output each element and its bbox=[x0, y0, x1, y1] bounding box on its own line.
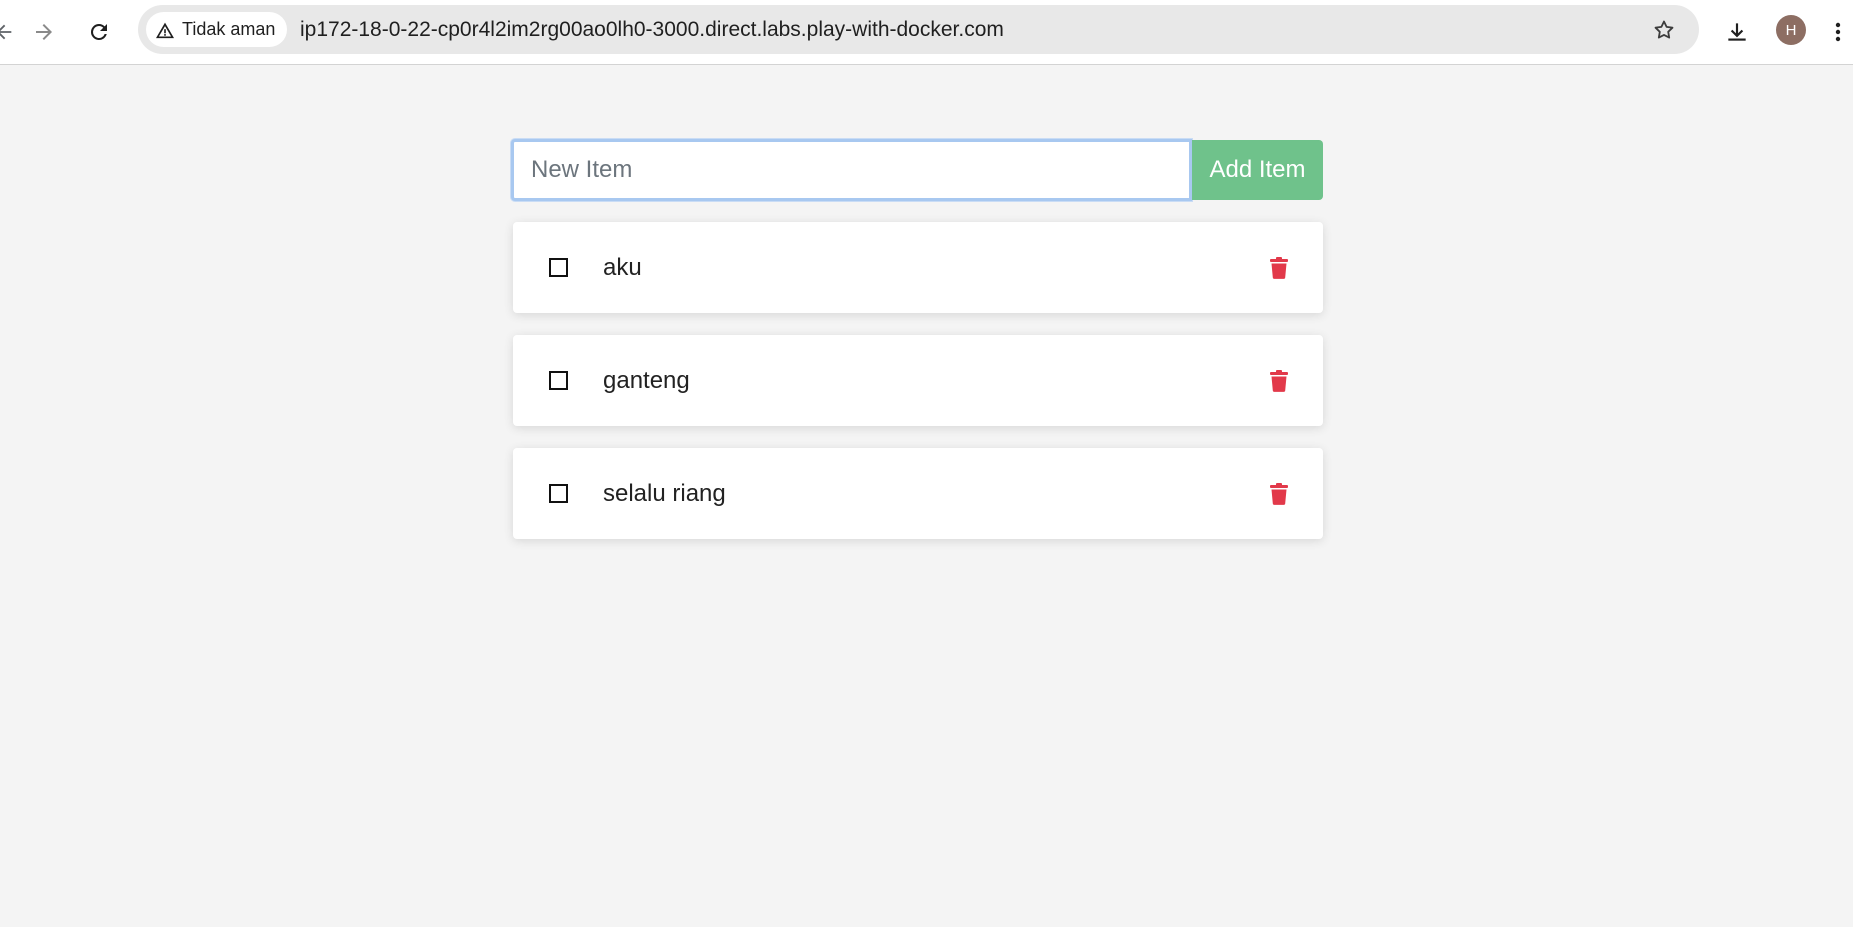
item-checkbox[interactable] bbox=[549, 371, 568, 390]
browser-toolbar: Tidak aman ip172-18-0-22-cp0r4l2im2rg00a… bbox=[0, 0, 1853, 65]
item-list: aku ganteng selalu riang bbox=[513, 222, 1323, 561]
list-item: ganteng bbox=[513, 335, 1323, 426]
reload-icon bbox=[90, 23, 107, 40]
forward-button[interactable] bbox=[26, 14, 62, 50]
delete-item-button[interactable] bbox=[1268, 369, 1290, 393]
item-name: ganteng bbox=[603, 366, 690, 394]
security-label: Tidak aman bbox=[182, 19, 276, 39]
downloads-button[interactable] bbox=[1719, 14, 1755, 50]
item-checkbox[interactable] bbox=[549, 258, 568, 277]
add-item-button[interactable]: Add Item bbox=[1192, 140, 1323, 200]
list-item: selalu riang bbox=[513, 448, 1323, 539]
trash-icon bbox=[1270, 370, 1288, 392]
new-item-input[interactable] bbox=[511, 139, 1192, 201]
reload-button[interactable] bbox=[81, 14, 117, 50]
trash-icon bbox=[1270, 483, 1288, 505]
item-name: selalu riang bbox=[603, 479, 726, 507]
profile-avatar[interactable]: H bbox=[1776, 15, 1806, 45]
download-icon bbox=[1728, 23, 1746, 41]
back-button[interactable] bbox=[0, 14, 22, 50]
warning-icon bbox=[156, 22, 174, 38]
list-item: aku bbox=[513, 222, 1323, 313]
arrow-left-icon bbox=[0, 24, 12, 40]
url-text[interactable]: ip172-18-0-22-cp0r4l2im2rg00ao0lh0-3000.… bbox=[300, 5, 1004, 54]
star-icon bbox=[1654, 20, 1674, 39]
add-item-form: Add Item bbox=[511, 139, 1323, 201]
delete-item-button[interactable] bbox=[1268, 482, 1290, 506]
trash-icon bbox=[1270, 257, 1288, 279]
item-checkbox[interactable] bbox=[549, 484, 568, 503]
security-chip[interactable]: Tidak aman bbox=[146, 12, 288, 47]
browser-menu-button[interactable] bbox=[1834, 14, 1853, 50]
more-vertical-icon bbox=[1835, 22, 1841, 42]
arrow-right-icon bbox=[36, 24, 52, 40]
bookmark-button[interactable] bbox=[1649, 15, 1679, 45]
item-name: aku bbox=[603, 253, 642, 281]
delete-item-button[interactable] bbox=[1268, 256, 1290, 280]
address-bar[interactable]: Tidak aman ip172-18-0-22-cp0r4l2im2rg00a… bbox=[138, 5, 1699, 54]
